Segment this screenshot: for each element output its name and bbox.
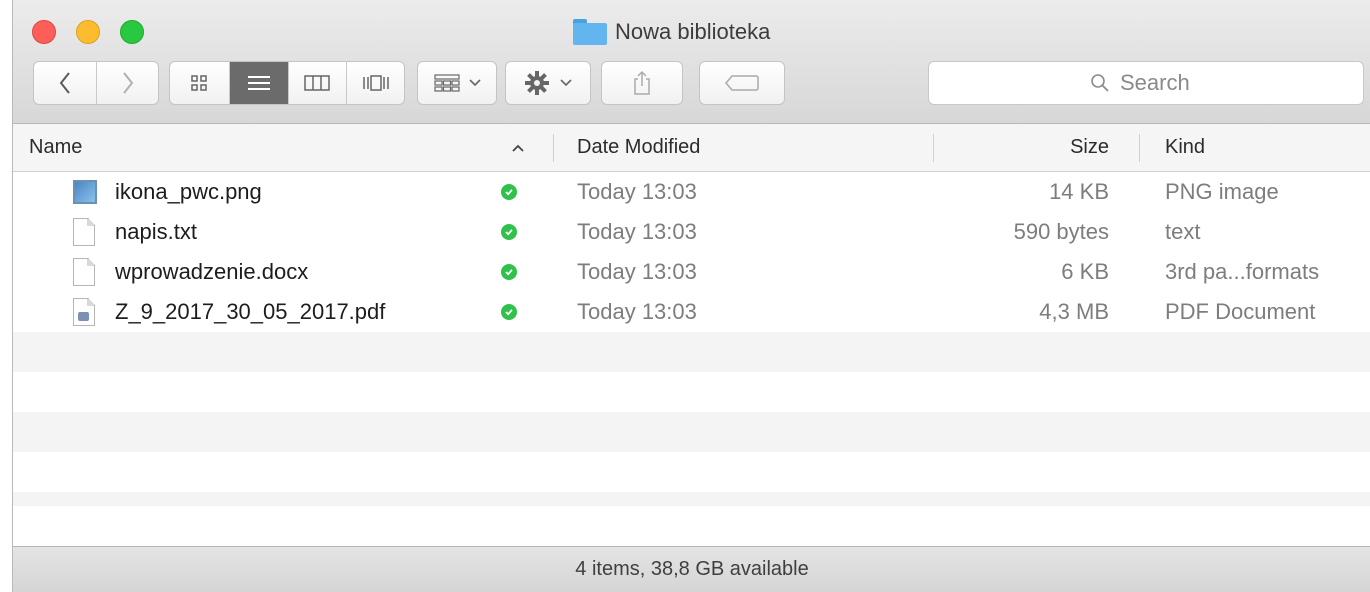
file-name: napis.txt xyxy=(115,219,197,244)
column-date-header[interactable]: Date Modified xyxy=(577,124,700,171)
sync-status-icon xyxy=(501,224,517,240)
minimize-window-button[interactable] xyxy=(76,20,100,44)
file-name: ikona_pwc.png xyxy=(115,179,262,204)
file-size: 4,3 MB xyxy=(1039,299,1109,324)
forward-button[interactable] xyxy=(96,62,158,104)
list-view-icon xyxy=(247,76,270,90)
search-field[interactable] xyxy=(928,61,1364,105)
gear-icon xyxy=(525,71,549,95)
empty-row xyxy=(13,372,1370,412)
empty-row xyxy=(13,332,1370,372)
document-file-icon xyxy=(73,258,95,286)
table-row[interactable]: wprowadzenie.docx Today 13:03 6 KB 3rd p… xyxy=(13,252,1370,292)
tag-icon xyxy=(725,75,759,91)
empty-row xyxy=(13,492,1370,506)
chevron-down-icon xyxy=(469,79,481,87)
list-view-button[interactable] xyxy=(228,62,288,104)
file-name: wprowadzenie.docx xyxy=(115,259,309,284)
text-file-icon xyxy=(73,218,95,246)
pdf-file-icon xyxy=(73,298,95,326)
file-list: ikona_pwc.png Today 13:03 14 KB PNG imag… xyxy=(13,172,1370,506)
file-size: 14 KB xyxy=(1049,179,1109,204)
column-view-button[interactable] xyxy=(287,62,347,104)
search-icon xyxy=(1091,74,1109,92)
navigation-buttons xyxy=(33,61,159,105)
empty-row xyxy=(13,412,1370,452)
file-date: Today 13:03 xyxy=(577,219,697,244)
tags-button[interactable] xyxy=(699,61,785,105)
column-kind-header[interactable]: Kind xyxy=(1165,124,1205,171)
table-row[interactable]: ikona_pwc.png Today 13:03 14 KB PNG imag… xyxy=(13,172,1370,212)
file-date: Today 13:03 xyxy=(577,259,697,284)
finder-window: Nowa biblioteka Search Name Date Modifie… xyxy=(12,0,1370,592)
sync-status-icon xyxy=(501,184,517,200)
chevron-left-icon xyxy=(59,72,71,94)
share-button[interactable] xyxy=(601,61,683,105)
status-text: 4 items, 38,8 GB available xyxy=(575,558,809,580)
share-icon xyxy=(634,70,650,95)
file-date: Today 13:03 xyxy=(577,179,697,204)
window-title: Nowa biblioteka xyxy=(573,16,770,48)
file-kind: PDF Document xyxy=(1165,299,1316,324)
arrange-button[interactable] xyxy=(417,61,497,105)
column-name-header[interactable]: Name xyxy=(29,124,82,171)
column-divider[interactable] xyxy=(1139,134,1140,162)
file-kind: PNG image xyxy=(1165,179,1279,204)
file-kind: text xyxy=(1165,219,1201,244)
image-file-icon xyxy=(73,180,97,204)
table-row[interactable]: Z_9_2017_30_05_2017.pdf Today 13:03 4,3 … xyxy=(13,292,1370,332)
close-window-button[interactable] xyxy=(32,20,56,44)
column-divider[interactable] xyxy=(933,134,934,162)
column-size-header[interactable]: Size xyxy=(1070,124,1109,171)
zoom-window-button[interactable] xyxy=(120,20,144,44)
arrange-icon xyxy=(434,74,460,92)
search-input[interactable] xyxy=(1118,69,1202,97)
toolbar: Nowa biblioteka xyxy=(13,0,1370,124)
chevron-right-icon xyxy=(122,72,134,94)
file-size: 6 KB xyxy=(1061,259,1109,284)
sync-status-icon xyxy=(501,264,517,280)
status-bar: 4 items, 38,8 GB available xyxy=(13,546,1370,592)
file-kind: 3rd pa...formats xyxy=(1165,259,1320,284)
file-date: Today 13:03 xyxy=(577,299,697,324)
column-divider[interactable] xyxy=(553,134,554,162)
table-row[interactable]: napis.txt Today 13:03 590 bytes text xyxy=(13,212,1370,252)
view-mode-control xyxy=(169,61,405,105)
file-name: Z_9_2017_30_05_2017.pdf xyxy=(115,299,386,324)
empty-row xyxy=(13,452,1370,492)
cover-flow-view-button[interactable] xyxy=(346,62,404,104)
folder-icon xyxy=(573,19,607,45)
column-view-icon xyxy=(304,75,331,91)
file-size: 590 bytes xyxy=(1013,219,1109,244)
sync-status-icon xyxy=(501,304,517,320)
icon-view-icon xyxy=(191,75,208,91)
window-title-text: Nowa biblioteka xyxy=(615,19,771,44)
back-button[interactable] xyxy=(34,62,96,104)
icon-view-button[interactable] xyxy=(170,62,229,104)
action-button[interactable] xyxy=(505,61,591,105)
chevron-down-icon xyxy=(560,79,572,87)
column-header: Name Date Modified Size Kind xyxy=(13,124,1370,172)
cover-flow-view-icon xyxy=(362,75,389,91)
sort-indicator-icon[interactable] xyxy=(511,124,525,171)
